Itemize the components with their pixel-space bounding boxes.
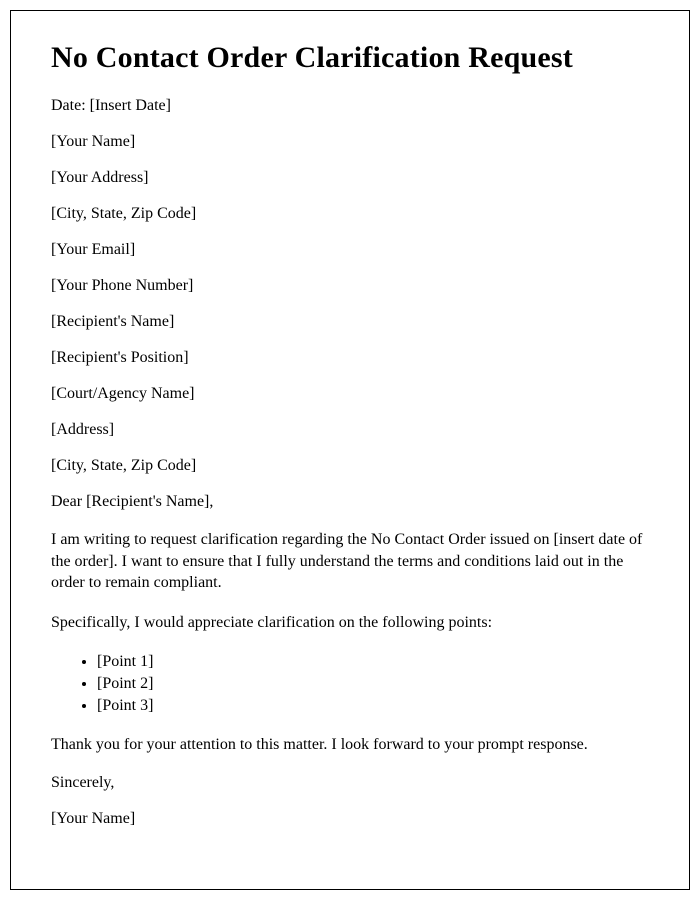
court-agency-name: [Court/Agency Name]: [51, 385, 649, 403]
list-item: [Point 1]: [97, 651, 649, 673]
body-paragraph-1: I am writing to request clarification re…: [51, 529, 649, 594]
recipient-name: [Recipient's Name]: [51, 313, 649, 331]
document-title: No Contact Order Clarification Request: [51, 41, 649, 75]
body-paragraph-2: Specifically, I would appreciate clarifi…: [51, 612, 649, 634]
sender-name: [Your Name]: [51, 133, 649, 151]
sender-email: [Your Email]: [51, 241, 649, 259]
date-field: Date: [Insert Date]: [51, 97, 649, 115]
sender-city-state-zip: [City, State, Zip Code]: [51, 205, 649, 223]
list-item: [Point 2]: [97, 673, 649, 695]
clarification-points-list: [Point 1] [Point 2] [Point 3]: [51, 651, 649, 716]
document-page: No Contact Order Clarification Request D…: [10, 10, 690, 890]
recipient-position: [Recipient's Position]: [51, 349, 649, 367]
sender-phone: [Your Phone Number]: [51, 277, 649, 295]
salutation: Dear [Recipient's Name],: [51, 493, 649, 511]
list-item: [Point 3]: [97, 695, 649, 717]
signature-name: [Your Name]: [51, 810, 649, 828]
closing: Sincerely,: [51, 774, 649, 792]
recipient-city-state-zip: [City, State, Zip Code]: [51, 457, 649, 475]
recipient-address: [Address]: [51, 421, 649, 439]
body-paragraph-3: Thank you for your attention to this mat…: [51, 734, 649, 756]
sender-address: [Your Address]: [51, 169, 649, 187]
